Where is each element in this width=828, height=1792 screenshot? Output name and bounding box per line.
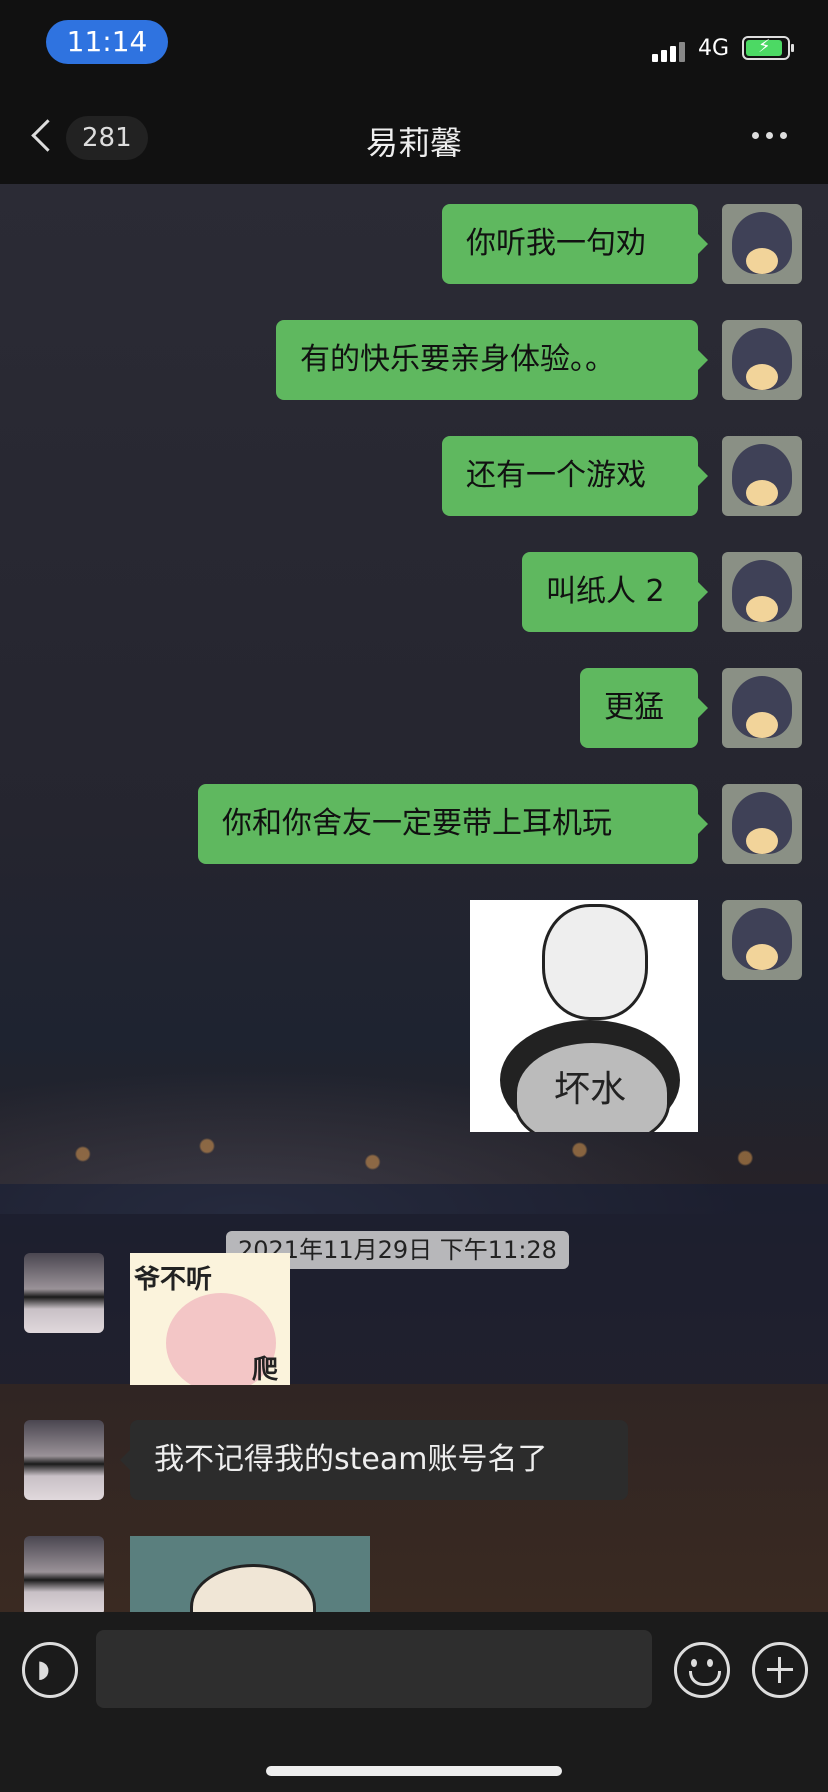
chat-header: 281 易莉馨 [0, 88, 828, 184]
input-bar: ◗ [0, 1612, 828, 1792]
my-avatar[interactable] [722, 204, 802, 284]
contact-avatar[interactable] [24, 1536, 104, 1612]
signal-icon [652, 40, 688, 62]
sticker-text: 爬 [252, 1355, 279, 1385]
sticker-text: 坏水 [553, 1069, 626, 1110]
plus-icon[interactable] [752, 1642, 808, 1698]
chat-area[interactable]: 你听我一句劝 有的快乐要亲身体验。。 还有一个游戏 叫纸人 2 更猛 你和你舍友… [0, 184, 828, 1612]
message-bubble-out[interactable]: 更猛 [580, 668, 708, 748]
my-avatar[interactable] [722, 784, 802, 864]
sticker-ye-bu-ting[interactable]: 爷不听 爬 [130, 1253, 290, 1385]
message-bubble-out[interactable]: 你和你舍友一定要带上耳机玩 [198, 784, 708, 864]
contact-avatar[interactable] [24, 1420, 104, 1500]
contact-name: 易莉馨 [365, 124, 462, 162]
message-input[interactable] [96, 1630, 652, 1708]
my-avatar[interactable] [722, 320, 802, 400]
sticker-text: 爷不听 [134, 1265, 213, 1295]
my-avatar[interactable] [722, 552, 802, 632]
status-time: 11:14 [46, 20, 168, 64]
more-icon[interactable] [752, 128, 792, 144]
sticker-cat[interactable] [130, 1536, 370, 1612]
network-type: 4G [698, 36, 730, 61]
message-bubble-out[interactable]: 还有一个游戏 [442, 436, 708, 516]
sticker-panda[interactable]: 坏水 [470, 900, 698, 1132]
my-avatar[interactable] [722, 668, 802, 748]
background-lights [0, 1114, 828, 1194]
my-avatar[interactable] [722, 900, 802, 980]
message-bubble-out[interactable]: 叫纸人 2 [522, 552, 708, 632]
background-sea [0, 1184, 828, 1384]
emoji-icon[interactable] [674, 1642, 730, 1698]
message-bubble-out[interactable]: 你听我一句劝 [442, 204, 708, 284]
message-bubble-out[interactable]: 有的快乐要亲身体验。。 [276, 320, 708, 400]
voice-icon[interactable]: ◗ [22, 1642, 78, 1698]
message-bubble-in[interactable]: 我不记得我的steam账号名了 [120, 1420, 628, 1500]
home-indicator [266, 1766, 562, 1776]
battery-icon: ⚡ [742, 36, 794, 60]
my-avatar[interactable] [722, 436, 802, 516]
status-bar: 11:14 4G ⚡ [0, 0, 828, 88]
contact-avatar[interactable] [24, 1253, 104, 1333]
